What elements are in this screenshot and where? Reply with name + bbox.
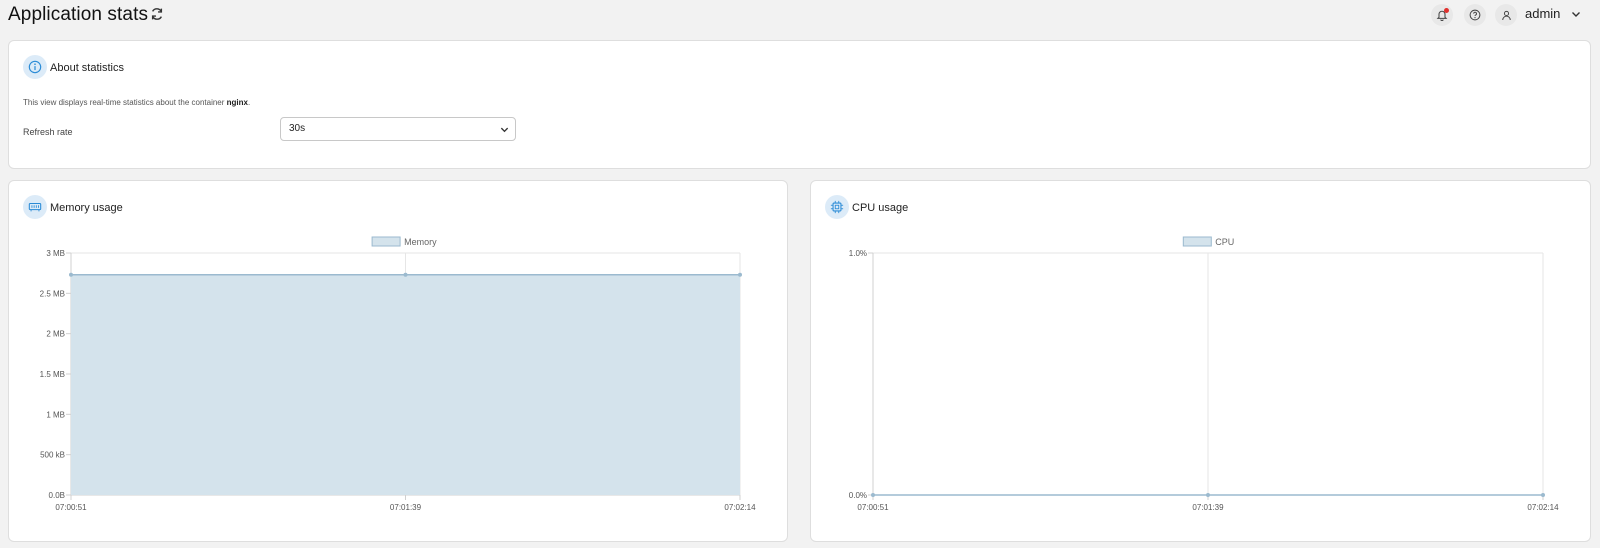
cpu-xtick-label: 07:00:51 xyxy=(857,503,889,512)
chevron-down-icon xyxy=(500,127,509,133)
memory-point xyxy=(69,272,73,277)
memory-ytick-label: 0.0B xyxy=(49,491,65,500)
memory-area xyxy=(71,274,740,495)
cpu-xtick-label: 07:01:39 xyxy=(1192,503,1224,512)
chevron-down-icon[interactable] xyxy=(1571,9,1581,19)
refresh-icon[interactable] xyxy=(150,7,164,21)
cpu-ytick-label: 0.0% xyxy=(849,491,867,500)
memory-ytick-label: 1.5 MB xyxy=(40,370,65,379)
notifications-button[interactable] xyxy=(1431,4,1453,26)
memory-legend-label: Memory xyxy=(404,237,437,247)
info-icon xyxy=(28,60,42,74)
about-title: About statistics xyxy=(50,62,124,74)
user-name[interactable]: admin xyxy=(1525,6,1560,21)
cpu-icon xyxy=(830,200,844,214)
page-title: Application stats xyxy=(8,4,149,25)
cpu-panel: CPU usage CPU 0.0% 1.0% 07:00:51 07:01:39 07:… xyxy=(810,180,1591,542)
memory-title: Memory usage xyxy=(50,202,123,214)
user-avatar[interactable] xyxy=(1495,4,1517,26)
cpu-title: CPU usage xyxy=(852,202,909,214)
about-panel: About statistics This view displays real… xyxy=(8,40,1591,169)
memory-point xyxy=(738,272,742,277)
cpu-legend-label: CPU xyxy=(1215,237,1234,247)
memory-xtick-label: 07:00:51 xyxy=(55,503,87,512)
cpu-icon-wrap xyxy=(825,195,849,219)
refresh-rate-select[interactable]: 30s xyxy=(280,117,516,141)
refresh-rate-label: Refresh rate xyxy=(23,127,73,137)
memory-ytick-label: 500 kB xyxy=(40,451,65,460)
cpu-ytick-label: 1.0% xyxy=(849,249,867,258)
memory-xtick-label: 07:01:39 xyxy=(390,503,422,512)
memory-panel: Memory usage Memory 0.0B 500 kB 1 MB 1.5 MB 2… xyxy=(8,180,788,542)
memory-ytick-label: 2.5 MB xyxy=(40,289,65,298)
memory-point xyxy=(403,272,408,277)
memory-ytick-label: 2 MB xyxy=(46,330,65,339)
cpu-legend-swatch xyxy=(1182,236,1212,247)
memory-ytick-label: 1 MB xyxy=(46,410,65,419)
memory-icon-wrap xyxy=(23,195,47,219)
cpu-xtick-label: 07:02:14 xyxy=(1527,503,1559,512)
cpu-chart: CPU 0.0% 1.0% 07:00:51 07:01:39 07:02:14 xyxy=(849,236,1559,512)
info-icon-wrap xyxy=(23,55,47,79)
memory-xtick-label: 07:02:14 xyxy=(724,503,756,512)
help-icon xyxy=(1469,9,1481,21)
cpu-point xyxy=(871,493,875,497)
cpu-point xyxy=(1206,493,1210,497)
cpu-point xyxy=(1541,493,1545,497)
notification-dot xyxy=(1444,8,1449,13)
memory-chart: Memory 0.0B 500 kB 1 MB 1.5 MB 2 MB 2.5 MB 3 MB… xyxy=(40,236,756,512)
user-icon xyxy=(1501,10,1511,20)
memory-legend-swatch xyxy=(371,236,401,247)
memory-ytick-label: 3 MB xyxy=(46,249,65,258)
header: Application stats admin xyxy=(0,0,1600,30)
help-button[interactable] xyxy=(1464,4,1486,26)
refresh-rate-value: 30s xyxy=(289,123,306,134)
about-description: This view displays real-time statistics … xyxy=(23,98,251,107)
container-name: nginx xyxy=(226,98,248,107)
memory-icon xyxy=(28,202,42,212)
